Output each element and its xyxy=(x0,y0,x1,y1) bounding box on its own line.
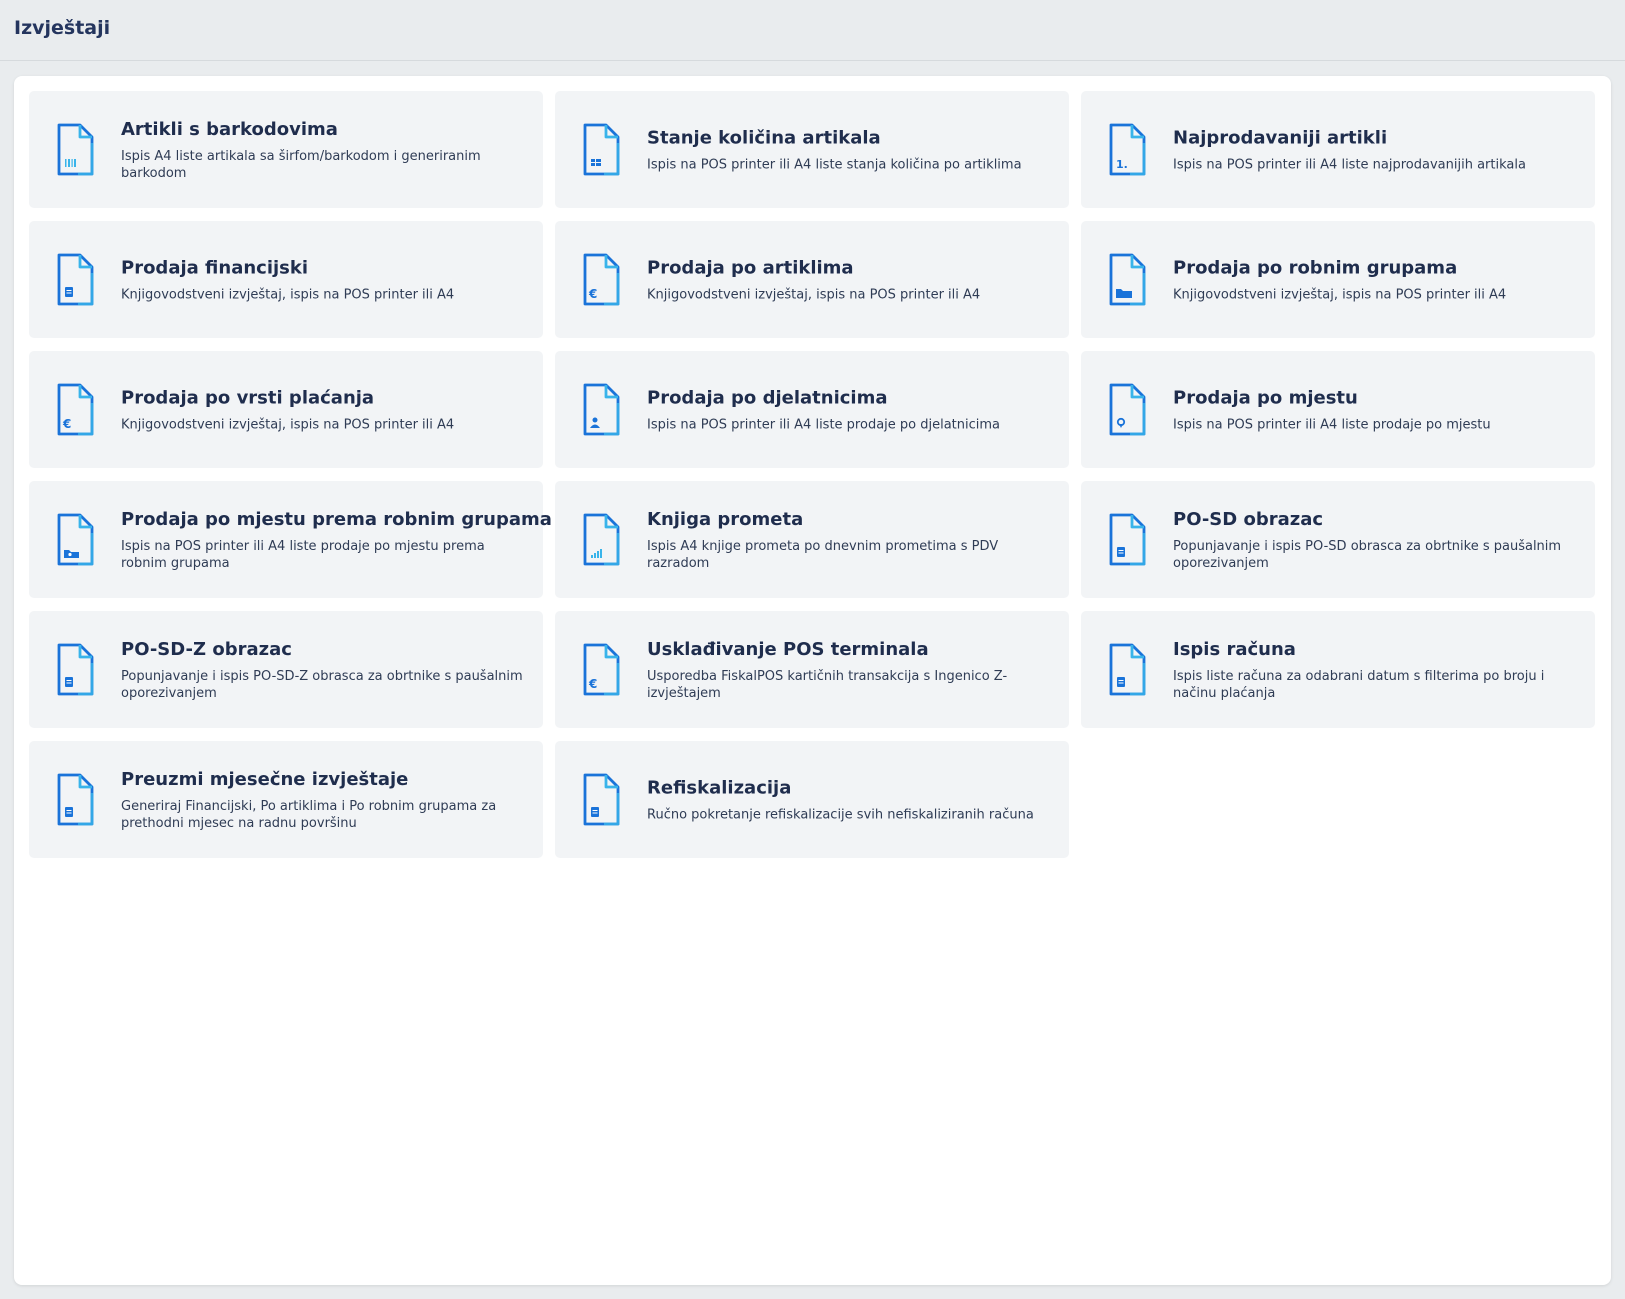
report-title: PO-SD-Z obrazac xyxy=(121,638,292,660)
reports-panel: Artikli s barkodovima Ispis A4 liste art… xyxy=(14,76,1611,1285)
report-card-prodaja-artikli[interactable]: € Prodaja po artiklima Knjigovodstveni i… xyxy=(555,221,1069,338)
finance-document-icon xyxy=(56,253,94,307)
report-title: Prodaja po mjestu xyxy=(1173,387,1358,408)
report-card-prodaja-vrsta-placanja[interactable]: € Prodaja po vrsti plaćanja Knjigovodstv… xyxy=(29,351,543,468)
form-document-icon xyxy=(56,643,94,697)
report-card-text: Prodaja po djelatnicima Ispis na POS pri… xyxy=(647,386,1057,433)
report-card-text: Prodaja po artiklima Knjigovodstveni izv… xyxy=(647,256,1057,303)
report-card-prodaja-mjesto-grupe[interactable]: Prodaja po mjestu prema robnim grupama I… xyxy=(29,481,552,598)
report-card-knjiga-prometa[interactable]: Knjiga prometa Ispis A4 knjige prometa p… xyxy=(555,481,1069,598)
report-card-najprodavaniji[interactable]: 1. Najprodavaniji artikli Ispis na POS p… xyxy=(1081,91,1595,208)
report-description: Ispis na POS printer ili A4 liste prodaj… xyxy=(121,538,485,571)
euro-document-icon: € xyxy=(582,643,620,697)
report-card-text: PO-SD-Z obrazac Popunjavanje i ispis PO-… xyxy=(121,638,531,702)
report-card-text: Preuzmi mjesečne izvještaje Generiraj Fi… xyxy=(121,768,531,832)
receipt-document-icon xyxy=(1108,643,1146,697)
report-card-text: Ispis računa Ispis liste računa za odabr… xyxy=(1173,638,1583,702)
report-title: Knjiga prometa xyxy=(647,508,804,530)
report-description: Usporedba FiskalPOS kartičnih transakcij… xyxy=(647,668,1008,701)
report-card-prodaja-financijski[interactable]: Prodaja financijski Knjigovodstveni izvj… xyxy=(29,221,543,338)
folder-document-icon xyxy=(1108,253,1146,307)
report-description: Ispis A4 knjige prometa po dnevnim prome… xyxy=(647,538,999,571)
report-description: Knjigovodstveni izvještaj, ispis na POS … xyxy=(647,287,981,302)
report-title: Prodaja po djelatnicima xyxy=(647,387,888,408)
report-card-text: Stanje količina artikala Ispis na POS pr… xyxy=(647,126,1057,173)
report-description: Knjigovodstveni izvještaj, ispis na POS … xyxy=(121,287,455,302)
report-card-ispis-racuna[interactable]: Ispis računa Ispis liste računa za odabr… xyxy=(1081,611,1595,728)
report-title: Najprodavaniji artikli xyxy=(1173,127,1388,148)
report-description: Ispis na POS printer ili A4 liste stanja… xyxy=(647,157,1022,172)
report-description: Ispis na POS printer ili A4 liste najpro… xyxy=(1173,157,1526,172)
report-card-text: Prodaja po robnim grupama Knjigovodstven… xyxy=(1173,256,1583,303)
download-document-icon xyxy=(56,773,94,827)
top-bar: Izvještaji xyxy=(0,0,1625,61)
report-description: Knjigovodstveni izvještaj, ispis na POS … xyxy=(1173,287,1507,302)
report-title: Refiskalizacija xyxy=(647,777,792,798)
report-card-po-sd[interactable]: PO-SD obrazac Popunjavanje i ispis PO-SD… xyxy=(1081,481,1595,598)
svg-text:€: € xyxy=(588,287,597,301)
report-card-po-sd-z[interactable]: PO-SD-Z obrazac Popunjavanje i ispis PO-… xyxy=(29,611,543,728)
report-description: Generiraj Financijski, Po artiklima i Po… xyxy=(121,798,497,831)
report-description: Ispis liste računa za odabrani datum s f… xyxy=(1173,668,1545,701)
report-description: Ispis na POS printer ili A4 liste prodaj… xyxy=(647,417,1001,432)
report-title: PO-SD obrazac xyxy=(1173,508,1324,530)
report-title: Prodaja po vrsti plaćanja xyxy=(121,387,375,408)
report-title: Ispis računa xyxy=(1173,638,1296,660)
report-card-uskladivanje-pos[interactable]: € Usklađivanje POS terminala Usporedba F… xyxy=(555,611,1069,728)
report-description: Ispis A4 liste artikala sa širfom/barkod… xyxy=(121,148,481,181)
report-card-text: Najprodavaniji artikli Ispis na POS prin… xyxy=(1173,126,1583,173)
stock-document-icon xyxy=(582,123,620,177)
report-card-artikli-barkodovi[interactable]: Artikli s barkodovima Ispis A4 liste art… xyxy=(29,91,543,208)
report-description: Ručno pokretanje refiskalizacije svih ne… xyxy=(647,807,1034,822)
page-title: Izvještaji xyxy=(14,17,111,39)
svg-text:€: € xyxy=(588,677,597,691)
report-title: Prodaja po robnim grupama xyxy=(1173,257,1458,278)
report-title: Prodaja po artiklima xyxy=(647,257,854,278)
report-card-prodaja-mjesto[interactable]: Prodaja po mjestu Ispis na POS printer i… xyxy=(1081,351,1595,468)
barcode-document-icon xyxy=(56,123,94,177)
report-card-text: PO-SD obrazac Popunjavanje i ispis PO-SD… xyxy=(1173,508,1583,572)
report-title: Prodaja po mjestu prema robnim grupama xyxy=(121,508,552,530)
reports-grid: Artikli s barkodovima Ispis A4 liste art… xyxy=(29,91,1595,858)
user-document-icon xyxy=(582,383,620,437)
location-document-icon xyxy=(1108,383,1146,437)
report-title: Stanje količina artikala xyxy=(647,127,881,148)
location-folder-document-icon xyxy=(56,513,94,567)
report-card-text: Artikli s barkodovima Ispis A4 liste art… xyxy=(121,118,531,182)
report-card-text: Prodaja po mjestu prema robnim grupama I… xyxy=(121,508,552,572)
report-card-prodaja-djelatnici[interactable]: Prodaja po djelatnicima Ispis na POS pri… xyxy=(555,351,1069,468)
euro-document-icon: € xyxy=(56,383,94,437)
chart-document-icon xyxy=(582,513,620,567)
report-description: Knjigovodstveni izvještaj, ispis na POS … xyxy=(121,417,455,432)
report-card-text: Knjiga prometa Ispis A4 knjige prometa p… xyxy=(647,508,1057,572)
report-title: Preuzmi mjesečne izvještaje xyxy=(121,768,409,790)
report-description: Popunjavanje i ispis PO-SD obrasca za ob… xyxy=(1173,538,1562,571)
refresh-document-icon xyxy=(582,773,620,827)
report-card-text: Prodaja po mjestu Ispis na POS printer i… xyxy=(1173,386,1583,433)
report-card-text: Refiskalizacija Ručno pokretanje refiska… xyxy=(647,776,1057,823)
report-card-text: Prodaja financijski Knjigovodstveni izvj… xyxy=(121,256,531,303)
report-title: Artikli s barkodovima xyxy=(121,118,338,140)
report-card-stanje-kolicina[interactable]: Stanje količina artikala Ispis na POS pr… xyxy=(555,91,1069,208)
report-card-preuzmi-mjesecne[interactable]: Preuzmi mjesečne izvještaje Generiraj Fi… xyxy=(29,741,543,858)
svg-text:€: € xyxy=(62,417,71,431)
ranking-document-icon: 1. xyxy=(1108,123,1146,177)
report-card-text: Prodaja po vrsti plaćanja Knjigovodstven… xyxy=(121,386,531,433)
report-title: Usklađivanje POS terminala xyxy=(647,638,929,660)
report-description: Ispis na POS printer ili A4 liste prodaj… xyxy=(1173,417,1491,432)
report-card-text: Usklađivanje POS terminala Usporedba Fis… xyxy=(647,638,1057,702)
report-card-prodaja-robne-grupe[interactable]: Prodaja po robnim grupama Knjigovodstven… xyxy=(1081,221,1595,338)
form-document-icon xyxy=(1108,513,1146,567)
report-card-refiskalizacija[interactable]: Refiskalizacija Ručno pokretanje refiska… xyxy=(555,741,1069,858)
euro-document-icon: € xyxy=(582,253,620,307)
report-description: Popunjavanje i ispis PO-SD-Z obrasca za … xyxy=(121,668,523,701)
svg-text:1.: 1. xyxy=(1116,158,1128,171)
report-title: Prodaja financijski xyxy=(121,257,309,278)
